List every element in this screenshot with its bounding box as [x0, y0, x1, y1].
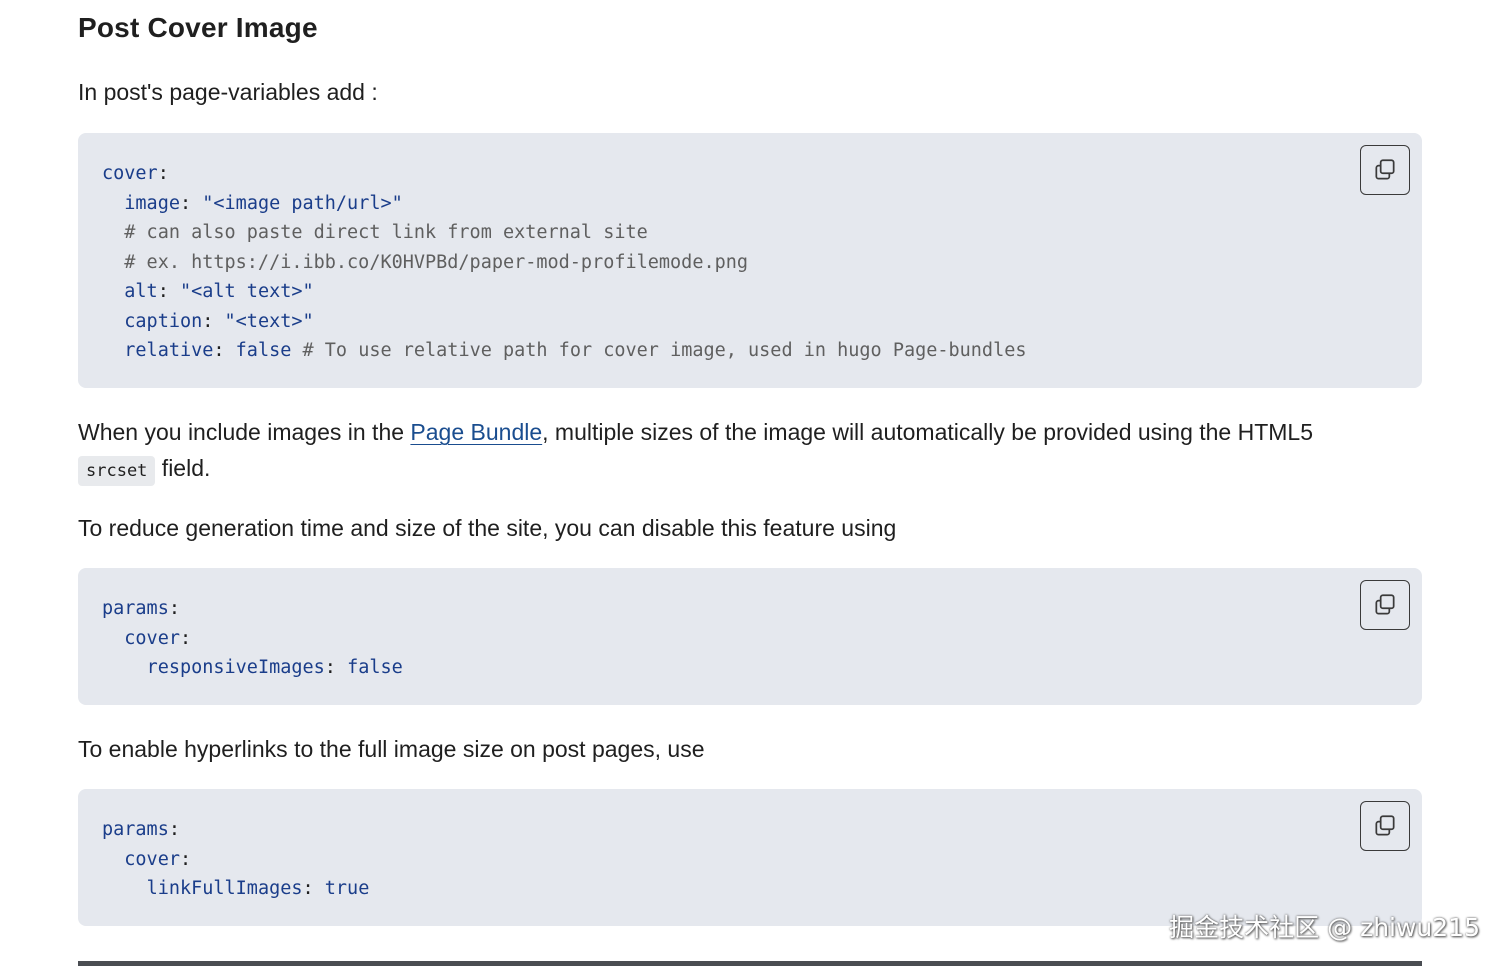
code-block-link-full: params: cover: linkFullImages: true	[78, 789, 1422, 926]
code-lines: params: cover: linkFullImages: true	[102, 815, 369, 904]
hyperlinks-paragraph: To enable hyperlinks to the full image s…	[78, 736, 705, 762]
code-lines: cover: image: "<image path/url>" # can a…	[102, 159, 1026, 366]
section-divider	[78, 961, 1422, 966]
code-value: true	[324, 878, 370, 899]
code-line: linkFullImages: true	[102, 874, 370, 904]
bundle-text-after: , multiple sizes of the image will autom…	[542, 419, 1314, 445]
copy-icon	[1375, 159, 1395, 180]
code-line: cover:	[102, 624, 403, 654]
code-separator: :	[157, 281, 180, 302]
code-separator: :	[179, 848, 192, 870]
code-comment: # ex. https://i.ibb.co/K0HVPBd/paper-mod…	[124, 251, 749, 273]
reduce-paragraph: To reduce generation time and size of th…	[78, 515, 897, 541]
code-key: relative	[124, 340, 214, 361]
code-line: cover:	[102, 845, 369, 875]
section-heading: Post Cover Image	[78, 12, 318, 43]
code-key: params	[102, 598, 169, 619]
code-separator: :	[213, 340, 236, 361]
code-line: params:	[102, 815, 369, 845]
code-lines: params: cover: responsiveImages: false	[102, 594, 403, 683]
code-line: alt: "<alt text>"	[102, 277, 1026, 307]
code-separator: :	[157, 163, 169, 184]
copy-icon	[1375, 815, 1395, 836]
code-key: responsiveImages	[146, 657, 325, 678]
intro-paragraph: In post's page-variables add :	[78, 79, 378, 105]
copy-code-button[interactable]	[1360, 580, 1410, 630]
code-key: params	[102, 819, 169, 840]
code-separator: :	[168, 598, 180, 619]
code-line: params:	[102, 594, 403, 624]
code-separator: :	[168, 819, 180, 840]
code-block-responsive: params: cover: responsiveImages: false	[78, 568, 1422, 705]
code-key: cover	[124, 848, 180, 870]
code-value: "<alt text>"	[179, 281, 314, 302]
code-value: "<image path/url>"	[202, 192, 403, 214]
code-separator: :	[302, 878, 325, 899]
code-separator: :	[179, 627, 192, 649]
copy-icon	[1375, 594, 1395, 615]
page-bundle-link[interactable]: Page Bundle	[410, 419, 542, 445]
srcset-inline-code: srcset	[78, 456, 156, 486]
code-separator: :	[179, 192, 203, 214]
copy-code-button[interactable]	[1360, 801, 1410, 851]
code-key: cover	[102, 163, 158, 184]
code-key: image	[124, 192, 180, 214]
bundle-text-tail: field.	[155, 455, 211, 481]
code-line: image: "<image path/url>"	[102, 189, 1026, 219]
code-separator: :	[202, 310, 225, 332]
code-block-cover: cover: image: "<image path/url>" # can a…	[78, 133, 1422, 388]
code-comment: # To use relative path for cover image, …	[291, 340, 1027, 361]
code-comment: # can also paste direct link from extern…	[124, 222, 648, 243]
code-line: caption: "<text>"	[102, 307, 1026, 337]
watermark: 掘金技术社区 @ zhiwu215	[1169, 913, 1480, 942]
code-line: # ex. https://i.ibb.co/K0HVPBd/paper-mod…	[102, 248, 1026, 278]
code-value: "<text>"	[224, 310, 314, 332]
code-value: false	[347, 657, 403, 678]
bundle-text-before: When you include images in the	[78, 419, 411, 445]
code-key: caption	[124, 310, 203, 332]
copy-code-button[interactable]	[1360, 145, 1410, 195]
code-key: alt	[124, 281, 158, 302]
page-bundle-paragraph: When you include images in the Page Bund…	[78, 414, 1422, 489]
code-value: false	[235, 340, 292, 361]
code-line: responsiveImages: false	[102, 653, 403, 683]
code-line: # can also paste direct link from extern…	[102, 218, 1026, 248]
code-line: relative: false # To use relative path f…	[102, 336, 1026, 366]
code-key: linkFullImages	[146, 878, 303, 899]
code-separator: :	[324, 657, 348, 678]
code-key: cover	[124, 627, 180, 649]
code-line: cover:	[102, 159, 1026, 189]
